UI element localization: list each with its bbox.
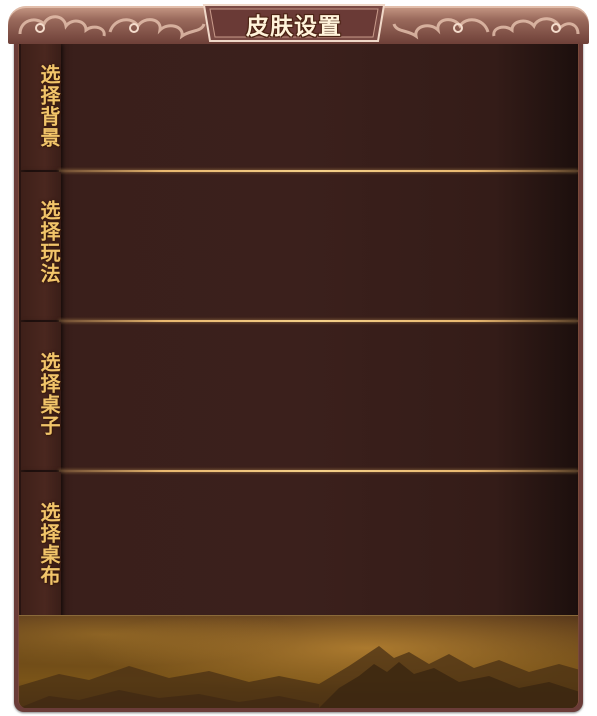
title-plate: 皮肤设置 xyxy=(196,1,392,45)
cloud-ornament-right-icon xyxy=(392,17,580,40)
mountain-landscape-icon xyxy=(19,616,578,708)
section-table: 选择桌子 xyxy=(19,322,578,470)
tab-label: 选择玩法 xyxy=(37,200,61,284)
section-background: 选择背景 xyxy=(19,44,578,170)
header-bar: 皮肤设置 xyxy=(0,0,597,48)
tab-label: 选择桌子 xyxy=(37,352,61,436)
footer-landscape xyxy=(19,615,578,708)
table-options-area[interactable] xyxy=(63,322,574,470)
tab-label: 选择桌布 xyxy=(37,502,61,586)
section-gameplay: 选择玩法 xyxy=(19,172,578,320)
tab-label: 选择背景 xyxy=(37,64,61,148)
section-tablecloth: 选择桌布 xyxy=(19,472,578,618)
panel-content: 选择背景 选择玩法 选择桌子 选择桌布 xyxy=(18,44,579,708)
window-title: 皮肤设置 xyxy=(246,14,342,40)
tab-select-tablecloth[interactable]: 选择桌布 xyxy=(21,472,61,618)
cloud-ornament-left-icon xyxy=(18,15,206,40)
tab-select-table[interactable]: 选择桌子 xyxy=(21,322,61,470)
tablecloth-options-area[interactable] xyxy=(63,472,574,618)
skin-settings-panel: 选择背景 选择玩法 选择桌子 选择桌布 xyxy=(14,30,583,712)
background-options-area[interactable] xyxy=(63,44,574,170)
gameplay-options-area[interactable] xyxy=(63,172,574,320)
tab-select-background[interactable]: 选择背景 xyxy=(21,44,61,170)
tab-select-gameplay[interactable]: 选择玩法 xyxy=(21,172,61,320)
